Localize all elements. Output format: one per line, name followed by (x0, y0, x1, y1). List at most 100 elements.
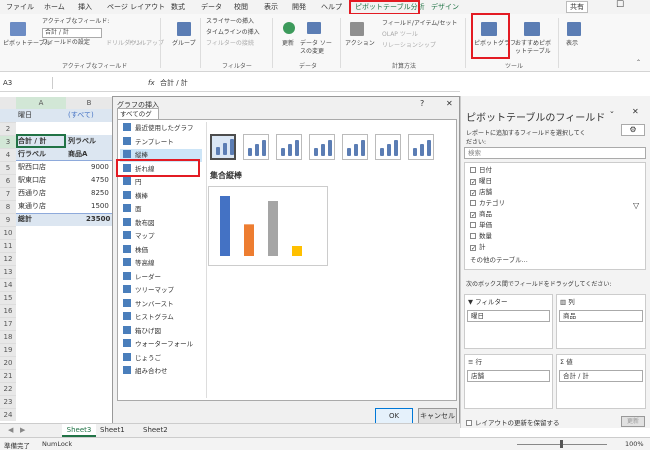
name-box[interactable]: A3 (3, 77, 53, 89)
field-checkbox[interactable]: ✓ (470, 190, 476, 197)
recommended-pivot-button[interactable]: おすすめピボットテーブル (515, 40, 555, 56)
cell-b8[interactable]: 1500 (91, 200, 109, 212)
tab-insert[interactable]: 挿入 (78, 2, 92, 12)
chart-category[interactable]: 散布図 (120, 217, 202, 230)
cell-a7[interactable]: 西通り店 (18, 187, 46, 199)
tab-file[interactable]: ファイル (6, 2, 34, 12)
row-header[interactable]: 7 (0, 187, 16, 200)
column-field-chip[interactable]: 商品 (559, 310, 643, 322)
cell-b3[interactable]: 列ラベル (68, 135, 96, 147)
next-sheet-icon[interactable]: ▶ (20, 426, 25, 434)
field-search-input[interactable]: 検索 (464, 147, 646, 159)
chart-subtype-thumb[interactable] (342, 134, 368, 160)
col-header-b[interactable]: B (66, 97, 112, 109)
help-icon[interactable]: ? (420, 99, 424, 108)
cell-b1[interactable]: (すべて) (68, 109, 94, 121)
insert-slicer-button[interactable]: スライサーの挿入 (206, 18, 254, 26)
defer-update-checkbox[interactable]: レイアウトの更新を保留する (466, 418, 560, 428)
chart-category[interactable]: ツリーマップ (120, 284, 202, 297)
active-field-input[interactable]: 合計 / 計 (42, 28, 102, 38)
chart-subtype-thumb[interactable] (309, 134, 335, 160)
chart-category[interactable]: 最近使用したグラフ (120, 122, 202, 135)
row-header[interactable]: 19 (0, 343, 16, 356)
row-header[interactable]: 3 (0, 135, 16, 148)
close-icon[interactable]: ✕ (446, 99, 453, 108)
cell-a9[interactable]: 総計 (18, 213, 32, 225)
cell-a6[interactable]: 駅東口店 (18, 174, 46, 186)
pane-close-icon[interactable]: ✕ (632, 107, 639, 116)
row-header[interactable]: 4 (0, 148, 16, 161)
chart-category[interactable]: 等高線 (120, 257, 202, 270)
chart-subtype-thumb[interactable] (210, 134, 236, 160)
cell-b7[interactable]: 8250 (91, 187, 109, 199)
field-settings-button[interactable]: フィールドの設定 (42, 39, 90, 47)
cell-b6[interactable]: 4750 (91, 174, 109, 186)
formula-content[interactable]: 合計 / 計 (160, 77, 188, 89)
chart-category[interactable]: テンプレート (120, 136, 202, 149)
drill-up-button[interactable]: ドリルアップ (128, 40, 164, 48)
field-checkbox[interactable] (470, 200, 476, 206)
tab-formulas[interactable]: 数式 (171, 2, 185, 12)
field-checkbox[interactable]: ✓ (470, 245, 476, 252)
row-header[interactable]: 2 (0, 122, 16, 135)
value-field-chip[interactable]: 合計 / 計 (559, 370, 643, 382)
tab-home[interactable]: ホーム (44, 2, 65, 12)
group-button[interactable]: グループ (172, 40, 196, 48)
chart-subtype-thumb[interactable] (243, 134, 269, 160)
fields-items-sets-button[interactable]: フィールド/アイテム/セット (382, 20, 457, 28)
cell-b4[interactable]: 商品A (68, 148, 87, 160)
row-header[interactable]: 6 (0, 174, 16, 187)
share-button[interactable]: 共有 (566, 1, 588, 13)
row-header[interactable]: 8 (0, 200, 16, 213)
fx-icon[interactable]: fx (148, 77, 155, 89)
filters-area[interactable]: ▼ フィルター 曜日 (464, 294, 553, 349)
chart-category[interactable]: じょうご (120, 352, 202, 365)
chart-subtype-thumb[interactable] (375, 134, 401, 160)
tab-review[interactable]: 校閲 (234, 2, 248, 12)
row-header[interactable]: 5 (0, 161, 16, 174)
field-item[interactable]: 日付 (470, 165, 492, 175)
chart-subtype-thumb[interactable] (276, 134, 302, 160)
row-header[interactable]: 14 (0, 278, 16, 291)
row-header[interactable]: 22 (0, 382, 16, 395)
row-header[interactable]: 13 (0, 265, 16, 278)
sheet-tab-sheet1[interactable]: Sheet1 (100, 426, 125, 434)
zoom-slider[interactable] (503, 439, 623, 449)
row-field-chip[interactable]: 店舗 (467, 370, 550, 382)
chart-category[interactable]: マップ (120, 230, 202, 243)
field-checkbox[interactable]: ✓ (470, 179, 476, 186)
filter-connections-button[interactable]: フィルターの接続 (206, 40, 254, 48)
field-checkbox[interactable] (470, 222, 476, 228)
field-item[interactable]: ✓ 曜日 (470, 176, 492, 186)
chart-category[interactable]: 株価 (120, 244, 202, 257)
chart-category[interactable]: 組み合わせ (120, 365, 202, 378)
field-checkbox[interactable] (470, 233, 476, 239)
row-header[interactable]: 17 (0, 317, 16, 330)
field-checkbox[interactable]: ✓ (470, 212, 476, 219)
insert-timeline-button[interactable]: タイムラインの挿入 (206, 29, 260, 37)
select-all[interactable] (0, 97, 16, 109)
row-header[interactable]: 9 (0, 213, 16, 226)
row-header[interactable]: 18 (0, 330, 16, 343)
tab-design[interactable]: デザイン (431, 2, 459, 12)
cell-a5[interactable]: 駅西口店 (18, 161, 46, 173)
cell-b9[interactable]: 23500 (86, 213, 110, 225)
chart-category[interactable]: 横棒 (120, 190, 202, 203)
field-item[interactable]: カテゴリ (470, 198, 505, 208)
cancel-button[interactable]: キャンセル (418, 408, 457, 424)
tab-page-layout[interactable]: ページ レイアウト (107, 2, 165, 12)
prev-sheet-icon[interactable]: ◀ (8, 426, 13, 434)
cell-a8[interactable]: 東通り店 (18, 200, 46, 212)
ok-button[interactable]: OK (375, 408, 413, 424)
field-item[interactable]: ✓ 店舗 (470, 187, 492, 197)
row-header[interactable]: 16 (0, 304, 16, 317)
cell-a3[interactable]: 合計 / 計 (18, 135, 46, 147)
show-button[interactable]: 表示 (566, 40, 578, 48)
field-checkbox[interactable] (470, 167, 476, 173)
row-header[interactable]: 23 (0, 395, 16, 408)
chart-category[interactable]: ウォーターフォール (120, 338, 202, 351)
action-button[interactable]: アクション (345, 40, 375, 48)
tab-view[interactable]: 表示 (264, 2, 278, 12)
row-header[interactable]: 11 (0, 239, 16, 252)
chart-category[interactable]: 面 (120, 203, 202, 216)
